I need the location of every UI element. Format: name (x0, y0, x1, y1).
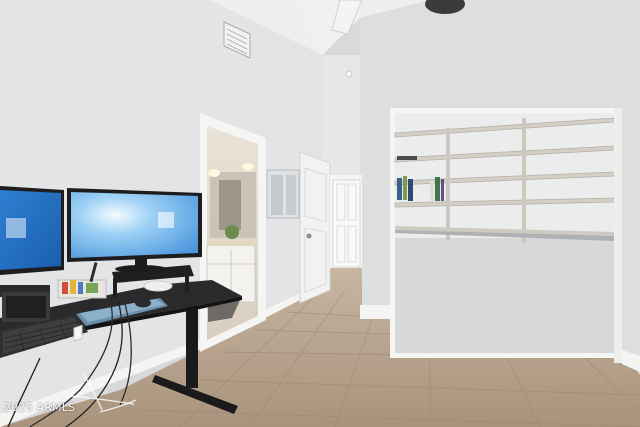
closet-frame-right (614, 108, 622, 363)
wall-cabinet (266, 169, 300, 219)
watermark: 2025 ARMLS (4, 401, 76, 414)
open-door (299, 151, 331, 304)
hallway-door (330, 175, 362, 268)
smoke-detector (345, 70, 353, 78)
bathroom-doorway (200, 113, 266, 352)
room-photo: 2025 ARMLS (0, 0, 640, 427)
room-illustration (0, 0, 640, 427)
closet (390, 108, 622, 358)
wall-outlet (73, 324, 83, 342)
baseboard-corner (360, 305, 395, 319)
